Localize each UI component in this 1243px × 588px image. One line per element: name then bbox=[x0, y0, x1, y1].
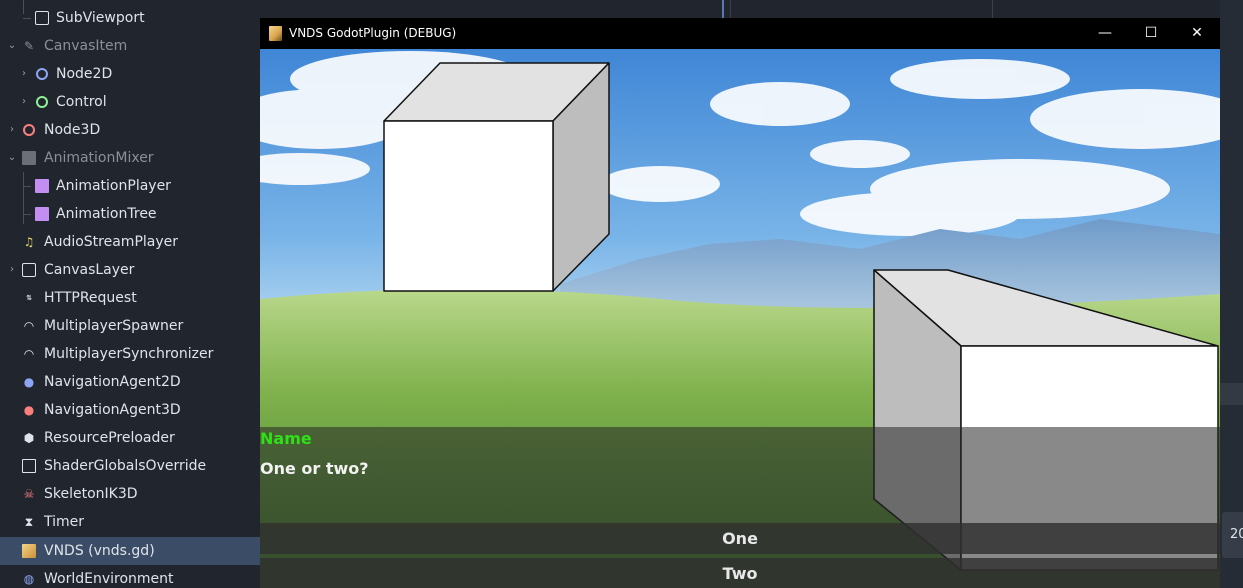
chevron-down-icon[interactable]: ⌄ bbox=[6, 32, 18, 60]
hourglass-icon: ⧗ bbox=[24, 515, 34, 529]
tree-item-multiplayerspawner[interactable]: ◠ MultiplayerSpawner bbox=[0, 312, 262, 340]
window-titlebar[interactable]: VNDS GodotPlugin (DEBUG) — ☐ ✕ bbox=[260, 18, 1220, 49]
tree-item-label: AnimationTree bbox=[56, 206, 157, 222]
tree-item-node3d[interactable]: › Node3D bbox=[0, 116, 262, 144]
tree-item-canvaslayer[interactable]: › CanvasLayer bbox=[0, 256, 262, 284]
inspector-tab-label: 20 bbox=[1230, 527, 1243, 542]
node2d-icon bbox=[35, 67, 49, 81]
tree-item-navigationagent3d[interactable]: ● NavigationAgent3D bbox=[0, 396, 262, 424]
tree-item-label: AudioStreamPlayer bbox=[44, 234, 179, 250]
tree-item-label: VNDS (vnds.gd) bbox=[44, 543, 155, 559]
pencil-icon: ✎ bbox=[23, 39, 35, 53]
globe-icon: ◍ bbox=[23, 572, 35, 586]
chevron-right-icon[interactable]: › bbox=[6, 256, 18, 284]
editor-divider bbox=[992, 0, 993, 18]
tree-item-vnds[interactable]: VNDS (vnds.gd) bbox=[0, 537, 262, 565]
music-note-icon: ♫ bbox=[23, 235, 35, 249]
editor-divider bbox=[730, 0, 731, 18]
tree-item-label: ResourcePreloader bbox=[44, 430, 175, 446]
shader-icon bbox=[22, 459, 36, 473]
wifi-icon: ◠ bbox=[23, 319, 35, 333]
wifi-icon: ◠ bbox=[23, 347, 35, 361]
tree-item-label: Node3D bbox=[44, 122, 101, 138]
chevron-right-icon[interactable]: › bbox=[18, 60, 30, 88]
tree-item-label: MultiplayerSpawner bbox=[44, 318, 184, 334]
inspector-tab[interactable]: 20 bbox=[1222, 512, 1243, 558]
tree-item-timer[interactable]: ⧗ Timer bbox=[0, 508, 262, 536]
tree-item-label: MultiplayerSynchronizer bbox=[44, 346, 214, 362]
tree-item-label: CanvasLayer bbox=[44, 262, 135, 278]
subviewport-icon bbox=[35, 11, 49, 25]
film-icon bbox=[22, 151, 36, 165]
tree-item-animationplayer[interactable]: AnimationPlayer bbox=[0, 172, 262, 200]
vnds-app-icon bbox=[269, 26, 282, 41]
desktop: 20 SubViewport ⌄ ✎ CanvasItem › Node2D ›… bbox=[0, 0, 1243, 588]
tree-item-label: Control bbox=[56, 94, 107, 110]
minimize-button[interactable]: — bbox=[1082, 18, 1128, 49]
tree-item-label: AnimationPlayer bbox=[56, 178, 171, 194]
animation-tree-icon bbox=[35, 207, 49, 221]
node-type-tree[interactable]: SubViewport ⌄ ✎ CanvasItem › Node2D › Co… bbox=[0, 0, 262, 588]
tree-item-multiplayersynchronizer[interactable]: ◠ MultiplayerSynchronizer bbox=[0, 340, 262, 368]
chevron-right-icon[interactable]: › bbox=[6, 116, 18, 144]
choice-button-one[interactable]: One bbox=[260, 523, 1220, 554]
tree-item-resourcepreloader[interactable]: ⬢ ResourcePreloader bbox=[0, 424, 262, 452]
maximize-button[interactable]: ☐ bbox=[1128, 18, 1174, 49]
vnds-script-icon bbox=[22, 544, 36, 558]
canvas-layer-icon bbox=[22, 263, 36, 277]
control-icon bbox=[35, 95, 49, 109]
choice-button-two[interactable]: Two bbox=[260, 558, 1220, 588]
tree-item-animationtree[interactable]: AnimationTree bbox=[0, 200, 262, 228]
editor-divider bbox=[722, 0, 724, 18]
http-icon: ⇅ bbox=[26, 294, 32, 302]
tree-item-label: WorldEnvironment bbox=[44, 571, 174, 587]
tree-item-label: ShaderGlobalsOverride bbox=[44, 458, 207, 474]
tree-item-worldenvironment[interactable]: ◍ WorldEnvironment bbox=[0, 565, 262, 588]
location-pin-icon: ● bbox=[23, 375, 35, 389]
box-icon: ⬢ bbox=[23, 431, 35, 445]
tree-item-control[interactable]: › Control bbox=[0, 88, 262, 116]
tree-item-label: SubViewport bbox=[56, 10, 145, 26]
location-pin-icon: ● bbox=[23, 403, 35, 417]
cube-small bbox=[383, 62, 610, 292]
tree-item-subviewport[interactable]: SubViewport bbox=[0, 4, 262, 32]
chevron-down-icon[interactable]: ⌄ bbox=[6, 144, 18, 172]
tree-item-navigationagent2d[interactable]: ● NavigationAgent2D bbox=[0, 368, 262, 396]
node3d-icon bbox=[22, 123, 36, 137]
tree-item-label: NavigationAgent2D bbox=[44, 374, 181, 390]
window-title: VNDS GodotPlugin (DEBUG) bbox=[289, 26, 457, 40]
tree-item-shaderglobalsoverride[interactable]: ShaderGlobalsOverride bbox=[0, 452, 262, 480]
tree-item-label: Node2D bbox=[56, 66, 113, 82]
close-button[interactable]: ✕ bbox=[1174, 18, 1220, 49]
chevron-right-icon[interactable]: › bbox=[18, 88, 30, 116]
tree-item-canvasitem[interactable]: ⌄ ✎ CanvasItem bbox=[0, 32, 262, 60]
tree-item-animationmixer[interactable]: ⌄ AnimationMixer bbox=[0, 144, 262, 172]
tree-item-label: Timer bbox=[44, 514, 85, 530]
tree-item-label: CanvasItem bbox=[44, 38, 128, 54]
inspector-row bbox=[1220, 383, 1243, 405]
skull-icon: ☠ bbox=[23, 487, 35, 501]
tree-item-label: AnimationMixer bbox=[44, 150, 154, 166]
speaker-name: Name bbox=[260, 429, 312, 448]
tree-item-node2d[interactable]: › Node2D bbox=[0, 60, 262, 88]
tree-item-label: NavigationAgent3D bbox=[44, 402, 181, 418]
film-icon bbox=[35, 179, 49, 193]
dialogue-text: One or two? bbox=[260, 459, 369, 478]
tree-item-audiostreamplayer[interactable]: ♫ AudioStreamPlayer bbox=[0, 228, 262, 256]
tree-item-label: HTTPRequest bbox=[44, 290, 137, 306]
inspector-panel-edge bbox=[1220, 0, 1243, 588]
game-viewport[interactable]: Name One or two? One Two bbox=[260, 49, 1220, 588]
game-window[interactable]: VNDS GodotPlugin (DEBUG) — ☐ ✕ Name One … bbox=[260, 18, 1220, 588]
tree-item-skeletonik3d[interactable]: ☠ SkeletonIK3D bbox=[0, 480, 262, 508]
tree-item-label: SkeletonIK3D bbox=[44, 486, 138, 502]
tree-item-httprequest[interactable]: ⇅ HTTPRequest bbox=[0, 284, 262, 312]
